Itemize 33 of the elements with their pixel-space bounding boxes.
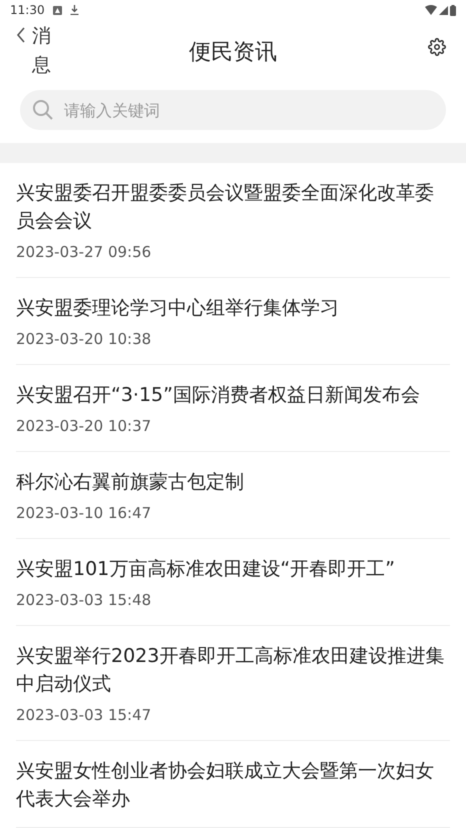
news-item[interactable]: 兴安盟举行2023开春即开工高标准农田建设推进集中启动仪式 2023-03-03 15:47 xyxy=(16,626,450,741)
news-date: 2023-03-03 15:48 xyxy=(16,590,152,611)
back-icon xyxy=(16,27,26,43)
settings-button[interactable] xyxy=(428,38,446,56)
news-date: 2023-03-27 09:56 xyxy=(16,242,152,263)
settings-icon xyxy=(428,38,446,56)
wifi-icon xyxy=(425,5,437,15)
search-field[interactable]: 请输入关键词 xyxy=(20,90,446,130)
page-title: 便民资讯 xyxy=(189,38,277,66)
news-date: 2023-03-03 15:47 xyxy=(16,705,152,726)
news-title: 兴安盟委理论学习中心组举行集体学习 xyxy=(16,296,340,321)
signal-icon xyxy=(439,6,448,14)
news-date: 2023-03-20 10:38 xyxy=(16,329,152,350)
back-button[interactable]: 消息 xyxy=(16,22,51,79)
news-item[interactable]: 兴安盟召开“3·15”国际消费者权益日新闻发布会 2023-03-20 10:37 xyxy=(16,365,450,452)
news-item[interactable]: 兴安盟委召开盟委委员会议暨盟委全面深化改革委员会会议 2023-03-27 09:56 xyxy=(16,163,450,278)
news-date: 2023-03-10 16:47 xyxy=(16,503,152,524)
news-date: 2023-03-20 10:37 xyxy=(16,416,152,437)
news-title: 兴安盟101万亩高标准农田建设“开春即开工” xyxy=(16,557,396,582)
news-item[interactable]: 兴安盟女性创业者协会妇联成立大会暨第一次妇女代表大会举办 xyxy=(16,741,450,828)
news-item[interactable]: 科尔沁右翼前旗蒙古包定制 2023-03-10 16:47 xyxy=(16,452,450,539)
news-title: 科尔沁右翼前旗蒙古包定制 xyxy=(16,470,245,495)
news-item[interactable]: 兴安盟101万亩高标准农田建设“开春即开工” 2023-03-03 15:48 xyxy=(16,539,450,626)
news-title: 兴安盟委召开盟委委员会议暨盟委全面深化改革委员会会议 xyxy=(16,181,435,234)
status-time: 11:30 xyxy=(10,2,45,19)
news-item[interactable]: 兴安盟委理论学习中心组举行集体学习 2023-03-20 10:38 xyxy=(16,278,450,365)
battery-icon xyxy=(450,4,456,16)
news-title: 兴安盟女性创业者协会妇联成立大会暨第一次妇女代表大会举办 xyxy=(16,759,435,812)
news-title: 兴安盟举行2023开春即开工高标准农田建设推进集中启动仪式 xyxy=(16,644,446,697)
news-title: 兴安盟召开“3·15”国际消费者权益日新闻发布会 xyxy=(16,383,421,408)
notification-icon xyxy=(52,6,62,14)
search-icon xyxy=(32,99,54,121)
download-icon xyxy=(70,5,79,15)
